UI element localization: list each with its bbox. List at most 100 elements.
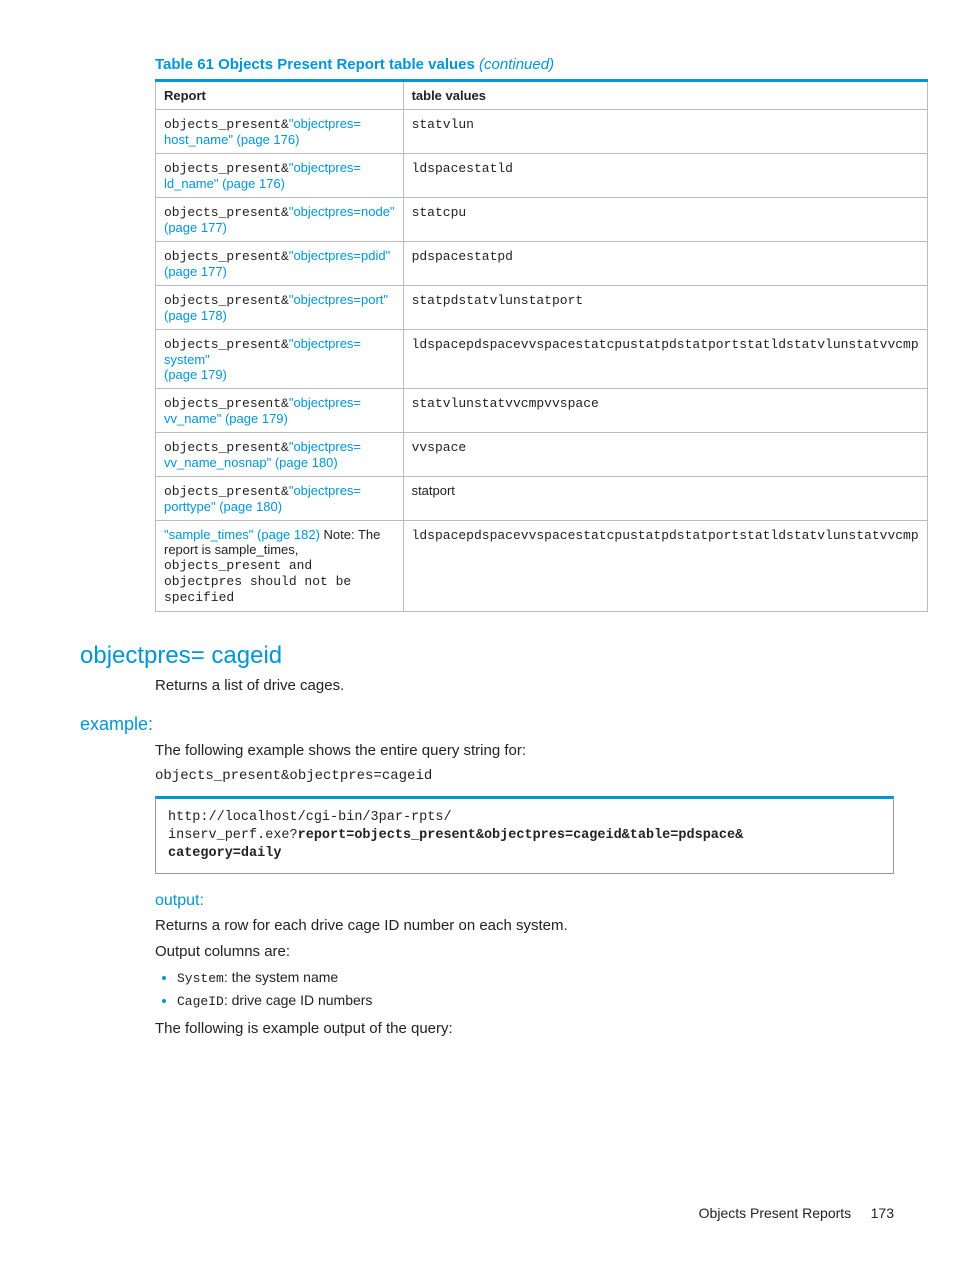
table-caption-main: Table 61 Objects Present Report table va… xyxy=(155,56,475,73)
column-code: CageID xyxy=(177,994,224,1009)
column-desc: : drive cage ID numbers xyxy=(224,992,373,1008)
report-link-continued[interactable]: (page 178) xyxy=(164,308,227,323)
cell-values: statport xyxy=(403,477,927,521)
cell-values: vvspace xyxy=(403,433,927,477)
report-prefix: objects_present& xyxy=(164,337,289,352)
value-text: vvspace xyxy=(412,440,467,455)
section-intro: Returns a list of drive cages. xyxy=(155,676,894,696)
output-columns-list: System: the system nameCageID: drive cag… xyxy=(155,969,894,1009)
report-link-continued[interactable]: ld_name" (page 176) xyxy=(164,176,285,191)
value-text: ldspacestatld xyxy=(412,161,513,176)
report-link-continued[interactable]: host_name" (page 176) xyxy=(164,132,299,147)
table-row: objects_present&"objectpres= porttype" (p… xyxy=(156,477,928,521)
cell-values: statvlunstatvvcmpvvspace xyxy=(403,389,927,433)
report-link-continued[interactable]: vv_name" (page 179) xyxy=(164,411,288,426)
report-prefix: objects_present& xyxy=(164,161,289,176)
cell-values: ldspacestatld xyxy=(403,154,927,198)
report-prefix: objects_present& xyxy=(164,205,289,220)
cell-report: objects_present&"objectpres=host_name" (… xyxy=(156,110,404,154)
report-link[interactable]: "objectpres=pdid" xyxy=(289,248,390,263)
report-prefix: objects_present& xyxy=(164,117,289,132)
report-link-continued[interactable]: vv_name_nosnap" (page 180) xyxy=(164,455,338,470)
report-link[interactable]: "objectpres= xyxy=(289,439,361,454)
code-line-3: category=daily xyxy=(168,846,281,861)
value-text: statpdstatvlunstatport xyxy=(412,293,584,308)
report-prefix: objects_present& xyxy=(164,249,289,264)
report-prefix: objects_present& xyxy=(164,396,289,411)
footer-section: Objects Present Reports xyxy=(699,1205,852,1221)
example-code-box: http://localhost/cgi-bin/3par-rpts/ inse… xyxy=(155,796,894,875)
table-row: objects_present&"objectpres=vv_name_nosn… xyxy=(156,433,928,477)
value-text: statcpu xyxy=(412,205,467,220)
footer-page-number: 173 xyxy=(871,1205,894,1221)
cell-values: statvlun xyxy=(403,110,927,154)
report-link[interactable]: "objectpres=port" xyxy=(289,292,388,307)
table-header-row: Report table values xyxy=(156,81,928,110)
code-line-2a: inserv_perf.exe? xyxy=(168,828,298,843)
cell-values: statpdstatvlunstatport xyxy=(403,286,927,330)
cell-report: objects_present&"objectpres= system"(pag… xyxy=(156,330,404,389)
column-code: System xyxy=(177,971,224,986)
value-text: pdspacestatpd xyxy=(412,249,513,264)
page-footer: Objects Present Reports 173 xyxy=(699,1205,894,1221)
cell-report: objects_present&"objectpres=node" (page 1… xyxy=(156,198,404,242)
output-desc-2: Output columns are: xyxy=(155,942,894,962)
report-link-continued[interactable]: (page 177) xyxy=(164,264,227,279)
cell-report: objects_present&"objectpres=vv_name" (pa… xyxy=(156,389,404,433)
report-prefix: objects_present& xyxy=(164,484,289,499)
report-prefix: objects_present& xyxy=(164,440,289,455)
example-query: objects_present&objectpres=cageid xyxy=(155,768,894,784)
cell-report: objects_present&"objectpres= ld_name" (pa… xyxy=(156,154,404,198)
cell-values: pdspacestatpd xyxy=(403,242,927,286)
cell-values: ldspacepdspacevvspacestatcpustatpdstatpo… xyxy=(403,330,927,389)
example-lead: The following example shows the entire q… xyxy=(155,741,894,761)
note-mono: objects_present and objectpres should no… xyxy=(164,558,351,605)
cell-values: ldspacepdspacevvspacestatcpustatpdstatpo… xyxy=(403,521,927,612)
table-row: objects_present&"objectpres= ld_name" (pa… xyxy=(156,154,928,198)
section-heading-objectpres-cageid: objectpres= cageid xyxy=(80,642,894,670)
col-header-values: table values xyxy=(403,81,927,110)
col-header-report: Report xyxy=(156,81,404,110)
report-link[interactable]: "objectpres= xyxy=(289,483,361,498)
report-prefix: objects_present& xyxy=(164,293,289,308)
code-line-2b: report=objects_present&objectpres=cageid… xyxy=(298,828,744,843)
value-text: ldspacepdspacevvspacestatcpustatpdstatpo… xyxy=(412,337,919,352)
table-caption-continued: (continued) xyxy=(479,56,554,73)
report-link[interactable]: "objectpres= xyxy=(289,160,361,175)
list-item: System: the system name xyxy=(177,969,894,986)
output-heading: output: xyxy=(155,892,894,910)
cell-values: statcpu xyxy=(403,198,927,242)
report-link-continued[interactable]: (page 177) xyxy=(164,220,227,235)
cell-report: "sample_times" (page 182) Note: The repo… xyxy=(156,521,404,612)
cell-report: objects_present&"objectpres=vv_name_nosn… xyxy=(156,433,404,477)
value-text: statvlun xyxy=(412,117,474,132)
list-item: CageID: drive cage ID numbers xyxy=(177,992,894,1009)
value-text: ldspacepdspacevvspacestatcpustatpdstatpo… xyxy=(412,528,919,543)
report-link[interactable]: "objectpres= xyxy=(289,395,361,410)
document-page: Table 61 Objects Present Report table va… xyxy=(0,0,954,1271)
value-text: statvlunstatvvcmpvvspace xyxy=(412,396,599,411)
table-row: "sample_times" (page 182) Note: The repo… xyxy=(156,521,928,612)
report-link[interactable]: "objectpres=node" xyxy=(289,204,395,219)
column-desc: : the system name xyxy=(224,969,338,985)
value-text: statport xyxy=(412,483,455,498)
report-link[interactable]: "sample_times" (page 182) xyxy=(164,527,320,542)
output-closing: The following is example output of the q… xyxy=(155,1019,894,1039)
table-row: objects_present&"objectpres=port" (page 1… xyxy=(156,286,928,330)
code-line-1: http://localhost/cgi-bin/3par-rpts/ xyxy=(168,810,452,825)
table-row: objects_present&"objectpres= system"(pag… xyxy=(156,330,928,389)
cell-report: objects_present&"objectpres=port" (page 1… xyxy=(156,286,404,330)
report-link-continued[interactable]: porttype" (page 180) xyxy=(164,499,282,514)
table-row: objects_present&"objectpres=pdid" (page 1… xyxy=(156,242,928,286)
table-row: objects_present&"objectpres=node" (page 1… xyxy=(156,198,928,242)
objects-present-table: Report table values objects_present&"obj… xyxy=(155,79,928,612)
table-row: objects_present&"objectpres=vv_name" (pa… xyxy=(156,389,928,433)
cell-report: objects_present&"objectpres= porttype" (p… xyxy=(156,477,404,521)
table-row: objects_present&"objectpres=host_name" (… xyxy=(156,110,928,154)
table-caption: Table 61 Objects Present Report table va… xyxy=(155,56,894,73)
output-desc-1: Returns a row for each drive cage ID num… xyxy=(155,916,894,936)
cell-report: objects_present&"objectpres=pdid" (page 1… xyxy=(156,242,404,286)
example-heading: example: xyxy=(80,714,894,735)
report-link[interactable]: "objectpres= xyxy=(289,116,361,131)
report-link-continued[interactable]: (page 179) xyxy=(164,367,227,382)
